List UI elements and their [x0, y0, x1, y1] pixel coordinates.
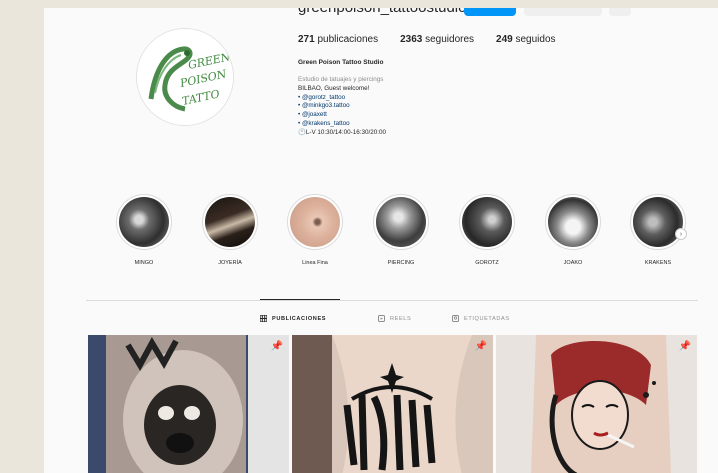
more-options-button[interactable] — [609, 8, 631, 16]
reels-icon — [378, 315, 385, 322]
bio-link-joaxett[interactable]: • @joaxett — [298, 111, 386, 120]
highlight-image — [633, 197, 683, 247]
posts-count: 271 publicaciones — [298, 34, 379, 45]
profile-bio: Estudio de tatuajes y piercings BILBAO, … — [298, 76, 386, 138]
tab-label: ETIQUETADAS — [464, 315, 510, 322]
bio-link-gorotz[interactable]: • @gorotz_tattoo — [298, 94, 386, 103]
highlight-label: KRAKENS — [644, 260, 672, 266]
tab-publicaciones[interactable]: PUBLICACIONES — [260, 315, 326, 322]
bio-hours: 🕐L-V 10:30/14:00-16:30/20:00 — [298, 128, 387, 136]
tab-label: REELS — [390, 315, 412, 322]
post-image — [292, 335, 493, 473]
followers-count[interactable]: 2363 seguidores — [400, 34, 474, 45]
tab-reels[interactable]: REELS — [378, 315, 411, 322]
tab-etiquetadas[interactable]: ETIQUETADAS — [452, 315, 510, 322]
profile-username: greenpoison_tattoostudio — [298, 8, 466, 16]
bio-line: BILBAO, Guest welcome! — [298, 84, 370, 92]
highlight-label: JOAKO — [563, 260, 583, 266]
highlight-joyeria[interactable]: JOYERÍA — [200, 194, 260, 266]
highlight-image — [462, 197, 512, 247]
tabs-divider — [86, 300, 698, 301]
tab-label: PUBLICACIONES — [272, 315, 327, 322]
bio-link-krakens[interactable]: • @krakens_tattoo — [298, 120, 386, 129]
post-image — [496, 335, 697, 473]
highlight-gorotz[interactable]: GOROTZ — [457, 194, 517, 266]
highlight-label: MINGO — [134, 260, 154, 266]
highlight-label: JOYERÍA — [218, 260, 242, 266]
highlight-image — [119, 197, 169, 247]
profile-avatar[interactable]: GREEN POISON TATTO — [136, 28, 234, 126]
following-count[interactable]: 249 seguidos — [496, 34, 556, 45]
profile-stats: 271 publicaciones 2363 seguidores 249 se… — [298, 34, 556, 45]
highlight-label: GOROTZ — [475, 260, 499, 266]
highlight-label: Linea Fina — [302, 260, 328, 266]
highlight-image — [205, 197, 255, 247]
highlight-piercing[interactable]: PIERCING — [371, 194, 431, 266]
pinned-icon: 📌 — [678, 341, 691, 352]
highlight-image — [548, 197, 598, 247]
follow-button[interactable] — [464, 8, 516, 16]
highlights-next-arrow-icon[interactable]: › — [675, 228, 687, 240]
grid-icon — [260, 315, 267, 322]
profile-full-name: Green Poison Tattoo Studio — [298, 59, 384, 66]
pinned-icon: 📌 — [474, 341, 487, 352]
highlight-label: PIERCING — [387, 260, 415, 266]
active-tab-indicator — [260, 299, 340, 300]
highlight-image — [290, 197, 340, 247]
pinned-icon: 📌 — [270, 341, 283, 352]
highlight-joako[interactable]: JOAKO — [543, 194, 603, 266]
tagged-icon — [452, 315, 459, 322]
post-image — [88, 335, 289, 473]
highlight-mingo[interactable]: MINGO — [114, 194, 174, 266]
message-button[interactable] — [524, 8, 602, 16]
snake-logo-icon: GREEN POISON TATTO — [137, 29, 233, 125]
post-tile[interactable]: 📌 — [496, 335, 697, 473]
bio-link-minkgo[interactable]: • @minkgo3.tattoo — [298, 102, 386, 111]
post-tile[interactable]: 📌 — [88, 335, 289, 473]
highlight-image — [376, 197, 426, 247]
highlight-linea-fina[interactable]: Linea Fina — [285, 194, 345, 266]
post-tile[interactable]: 📌 — [292, 335, 493, 473]
profile-page: greenpoison_tattoostudio GREEN POISON TA… — [44, 8, 718, 473]
bio-category: Estudio de tatuajes y piercings — [298, 76, 384, 83]
